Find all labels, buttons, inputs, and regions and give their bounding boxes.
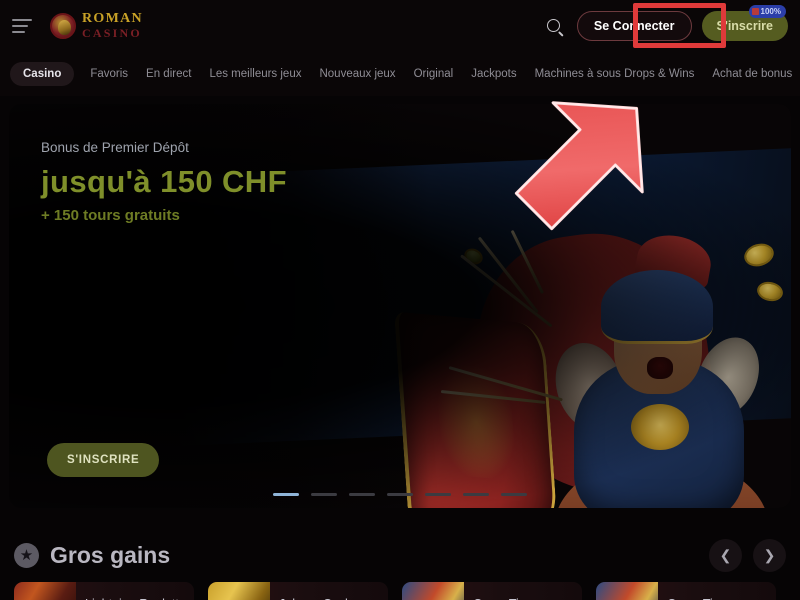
category-nav-bar: Casino Favoris En direct Les meilleurs j… <box>0 51 800 96</box>
game-card[interactable]: Johnny Cash <box>208 582 388 600</box>
nav-tab-meilleurs-jeux[interactable]: Les meilleurs jeux <box>207 63 303 85</box>
signup-button-wrapper: S'inscrire 100% <box>701 4 788 41</box>
section-header: ★ Gros gains ❮ ❯ <box>0 528 800 582</box>
nav-tab-favoris[interactable]: Favoris <box>88 63 130 85</box>
game-thumbnail <box>14 582 76 600</box>
big-wins-section: ★ Gros gains ❮ ❯ Lightning Roulette John… <box>0 528 800 600</box>
logo-text-roman: ROMAN <box>82 11 143 27</box>
nav-tab-nouveaux-jeux[interactable]: Nouveaux jeux <box>317 63 397 85</box>
carousel-pagination <box>9 493 791 496</box>
game-card[interactable]: Lightning Roulette <box>14 582 194 600</box>
carousel-dot-4[interactable] <box>387 493 413 496</box>
carousel-dot-5[interactable] <box>425 493 451 496</box>
hero-kicker: Bonus de Premier Dépôt <box>41 140 189 155</box>
carousel-dot-1[interactable] <box>273 493 299 496</box>
hero-text-block: Bonus de Premier Dépôt jusqu'à 150 CHF +… <box>41 140 287 224</box>
carousel-dot-2[interactable] <box>311 493 337 496</box>
carousel-prev-button[interactable]: ❮ <box>709 538 742 572</box>
signup-bonus-badge: 100% <box>748 4 786 18</box>
site-logo[interactable]: ROMAN CASINO <box>50 11 143 40</box>
hero-subtitle: + 150 tours gratuits <box>41 207 180 224</box>
hero-banner[interactable]: Bonus de Premier Dépôt jusqu'à 150 CHF +… <box>9 104 791 508</box>
section-title: Gros gains <box>50 541 171 568</box>
top-header-bar: ROMAN CASINO Se Connecter S'inscrire 100… <box>0 0 800 51</box>
game-card[interactable]: Crazy Time <box>402 582 582 600</box>
login-button[interactable]: Se Connecter <box>576 10 692 41</box>
nav-tab-original[interactable]: Original <box>412 63 456 85</box>
game-card[interactable]: Crazy Time <box>596 582 776 600</box>
casino-homepage: ROMAN CASINO Se Connecter S'inscrire 100… <box>0 0 800 600</box>
game-card-list: Lightning Roulette Johnny Cash Crazy Tim… <box>0 582 800 600</box>
game-thumbnail <box>208 582 270 600</box>
header-actions: Se Connecter S'inscrire 100% <box>541 4 800 41</box>
hero-signup-button[interactable]: S'INSCRIRE <box>47 443 160 477</box>
carousel-dot-7[interactable] <box>501 493 527 496</box>
hamburger-menu-icon[interactable] <box>12 18 32 33</box>
badge-value: 100% <box>760 6 781 16</box>
nav-tab-en-direct[interactable]: En direct <box>144 63 193 85</box>
carousel-dot-6[interactable] <box>463 493 489 496</box>
star-icon: ★ <box>14 542 39 568</box>
carousel-next-button[interactable]: ❯ <box>753 538 786 572</box>
nav-tab-drops-wins[interactable]: Machines à sous Drops & Wins <box>533 63 697 85</box>
game-thumbnail <box>596 582 658 600</box>
search-icon[interactable] <box>541 13 567 39</box>
game-thumbnail <box>402 582 464 600</box>
nav-tab-achat-de-bonus[interactable]: Achat de bonus <box>710 63 794 85</box>
gift-icon <box>751 7 759 15</box>
logo-text-casino: CASINO <box>82 25 142 40</box>
carousel-dot-3[interactable] <box>349 493 375 496</box>
nav-tab-jackpots[interactable]: Jackpots <box>469 63 518 85</box>
roman-chip-icon <box>50 12 76 39</box>
hero-title: jusqu'à 150 CHF <box>41 164 287 199</box>
section-carousel-controls: ❮ ❯ <box>709 538 786 572</box>
nav-tab-casino[interactable]: Casino <box>10 61 75 86</box>
